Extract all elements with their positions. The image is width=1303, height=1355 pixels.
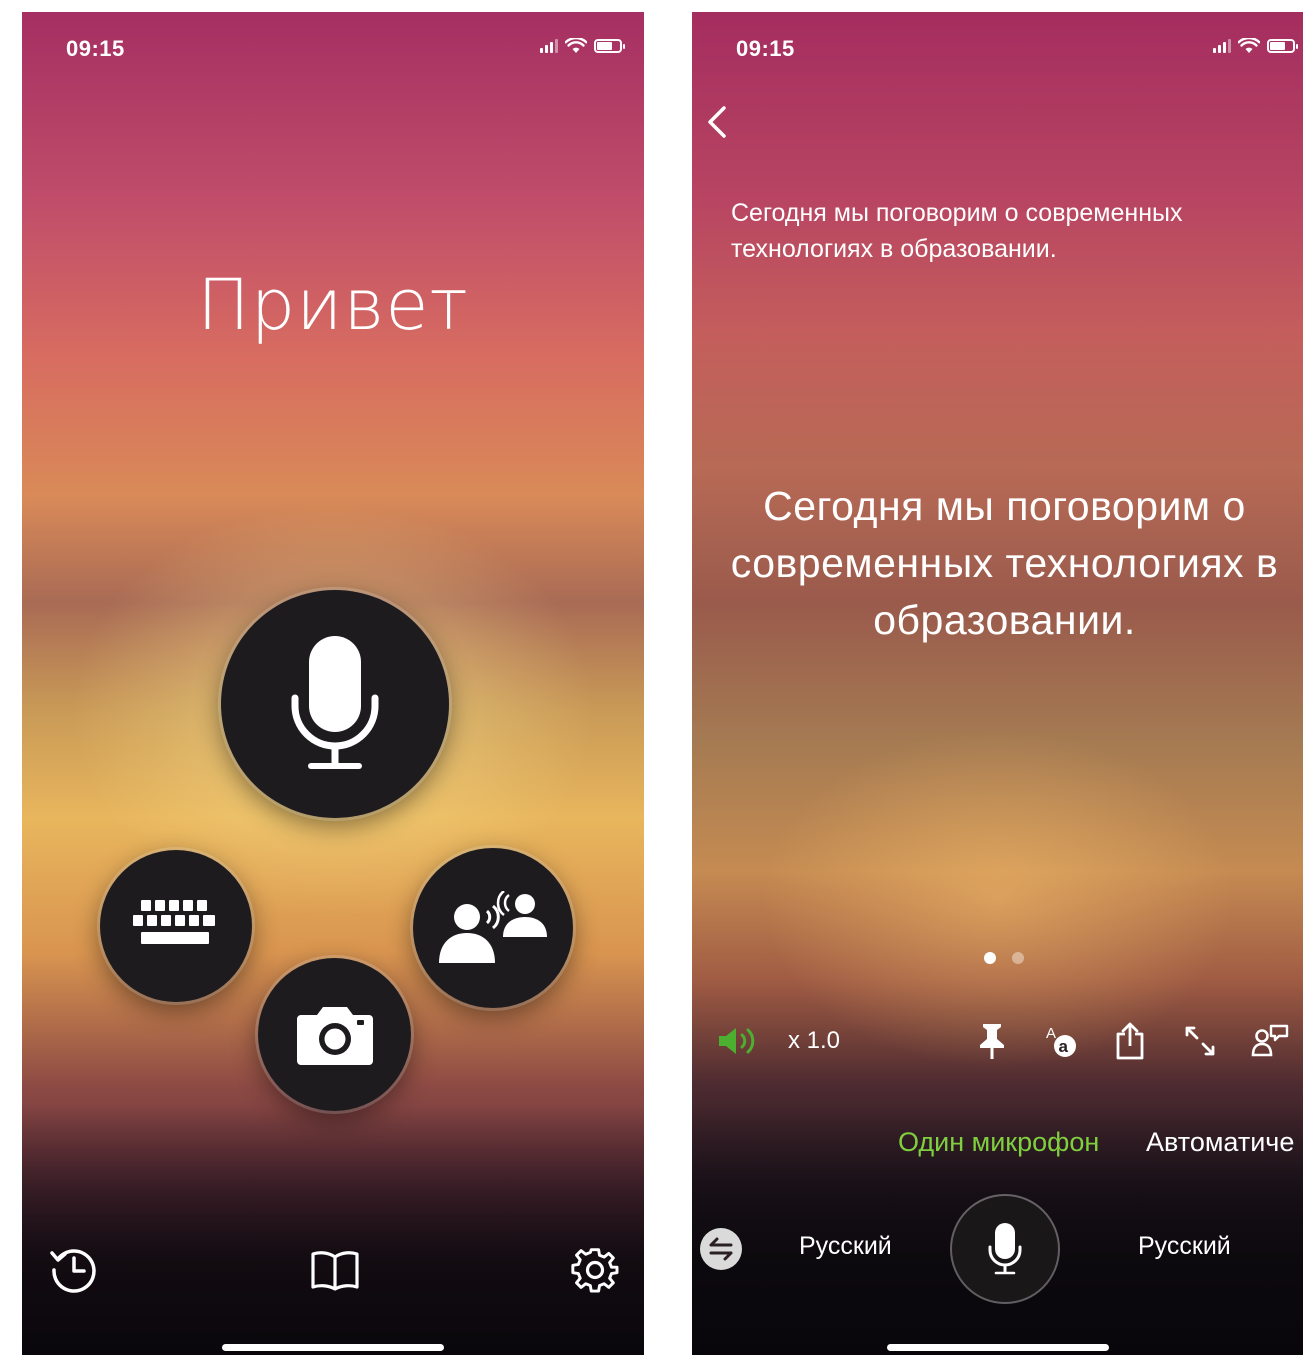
status-time: 09:15 — [736, 36, 795, 61]
settings-button[interactable] — [569, 1244, 621, 1296]
swap-languages-button[interactable] — [700, 1228, 742, 1270]
share-icon — [1116, 1022, 1144, 1060]
source-language[interactable]: Русский — [799, 1232, 892, 1261]
tab-automatic[interactable]: Автоматиче — [1146, 1127, 1294, 1158]
result-toolbar: x 1.0 A a — [692, 1018, 1303, 1064]
camera-button[interactable] — [258, 958, 411, 1111]
keyboard-icon — [133, 900, 215, 944]
microphone-icon — [291, 636, 379, 769]
page-dot — [1012, 952, 1024, 964]
swap-icon — [709, 1237, 733, 1261]
history-button[interactable] — [48, 1244, 100, 1296]
signal-icon — [1213, 39, 1231, 53]
mode-tabs: Один микрофон Автоматиче — [692, 1127, 1303, 1163]
target-language[interactable]: Русский — [1138, 1232, 1231, 1261]
expand-icon — [1185, 1026, 1215, 1056]
fullscreen-button[interactable] — [1182, 1018, 1218, 1064]
home-indicator[interactable] — [886, 1344, 1109, 1351]
translation-screen: 09:15 Сегодня мы поговорим о современных… — [692, 12, 1303, 1355]
conversation-icon — [439, 891, 547, 963]
transliteration-button[interactable]: A a — [1042, 1018, 1082, 1064]
speaker-icon — [719, 1028, 755, 1054]
transliteration-icon: A a — [1046, 1025, 1076, 1057]
battery-icon — [594, 39, 625, 53]
wifi-icon — [565, 38, 587, 53]
dialog-icon — [1251, 1024, 1289, 1057]
gear-icon — [571, 1248, 619, 1293]
home-indicator[interactable] — [222, 1344, 444, 1351]
signal-icon — [540, 39, 558, 53]
conversation-button[interactable] — [413, 848, 573, 1008]
svg-text:A: A — [1046, 1025, 1056, 1042]
history-icon — [50, 1249, 96, 1293]
playback-speed[interactable]: x 1.0 — [788, 1018, 848, 1064]
microphone-button[interactable] — [952, 1196, 1058, 1302]
chevron-left-icon — [708, 106, 726, 138]
wifi-icon — [1238, 38, 1260, 53]
dialog-mode-button[interactable] — [1250, 1018, 1290, 1064]
battery-icon — [1267, 39, 1298, 53]
status-icons — [1213, 38, 1298, 54]
status-time: 09:15 — [66, 36, 125, 61]
pin-icon — [980, 1024, 1004, 1059]
share-button[interactable] — [1112, 1018, 1148, 1064]
back-button[interactable] — [704, 104, 734, 140]
home-screen: 09:15 Привет — [22, 12, 644, 1355]
tab-one-microphone[interactable]: Один микрофон — [898, 1127, 1099, 1158]
microphone-button[interactable] — [221, 590, 449, 818]
page-dot-active — [984, 952, 996, 964]
page-indicator[interactable] — [984, 952, 1024, 964]
microphone-icon — [988, 1223, 1022, 1275]
pin-button[interactable] — [974, 1018, 1010, 1064]
svg-text:a: a — [1059, 1037, 1069, 1056]
language-bar: Русский Русский — [692, 1194, 1303, 1304]
status-icons — [540, 38, 625, 54]
translation-text: Сегодня мы поговорим о современных техно… — [730, 483, 1279, 643]
speaker-button[interactable] — [716, 1018, 762, 1064]
keyboard-button[interactable] — [100, 850, 252, 1002]
greeting-title: Привет — [197, 264, 469, 346]
source-text: Сегодня мы поговорим о современных техно… — [731, 199, 1183, 263]
phrasebook-button[interactable] — [309, 1244, 361, 1296]
camera-icon — [296, 1006, 373, 1065]
book-icon — [311, 1251, 359, 1291]
